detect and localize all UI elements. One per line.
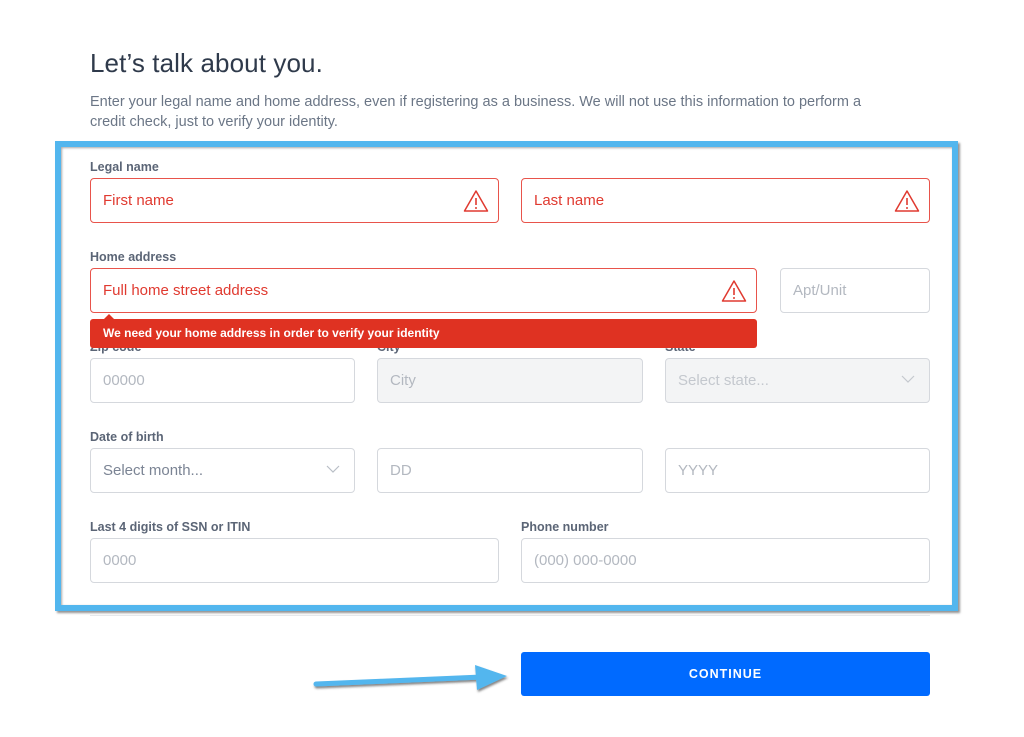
chevron-down-icon <box>326 465 340 473</box>
page-subtitle: Enter your legal name and home address, … <box>90 94 862 130</box>
city-placeholder: City <box>390 372 416 389</box>
street-address-input[interactable]: Full home street address <box>90 268 757 313</box>
divider <box>90 615 930 616</box>
chevron-down-icon <box>901 375 915 383</box>
last-name-placeholder: Last name <box>534 192 605 209</box>
home-address-label: Home address <box>90 250 177 264</box>
page-title: Let’s talk about you. <box>90 48 323 78</box>
birth-month-value: Select month... <box>103 462 204 479</box>
phone-input[interactable]: (000) 000-0000 <box>521 538 930 583</box>
date-of-birth-label: Date of birth <box>90 430 164 444</box>
ssn-placeholder: 0000 <box>103 552 137 569</box>
address-error-tooltip: We need your home address in order to ve… <box>90 314 757 348</box>
legal-name-label: Legal name <box>90 160 159 174</box>
birth-day-input[interactable]: DD <box>377 448 643 493</box>
city-input[interactable]: City <box>377 358 643 403</box>
state-select-value: Select state... <box>678 372 769 389</box>
state-select[interactable]: Select state... <box>665 358 930 403</box>
warning-icon <box>894 190 920 212</box>
annotation-arrow-icon <box>313 665 507 690</box>
birth-year-input[interactable]: YYYY <box>665 448 930 493</box>
warning-icon <box>721 280 747 302</box>
phone-placeholder: (000) 000-0000 <box>534 552 637 569</box>
ssn-label: Last 4 digits of SSN or ITIN <box>90 520 251 534</box>
ssn-input[interactable]: 0000 <box>90 538 499 583</box>
zip-code-placeholder: 00000 <box>103 372 145 389</box>
street-address-placeholder: Full home street address <box>103 282 269 299</box>
birth-day-placeholder: DD <box>390 462 412 479</box>
first-name-placeholder: First name <box>103 192 174 209</box>
phone-label: Phone number <box>521 520 609 534</box>
first-name-input[interactable]: First name <box>90 178 499 223</box>
birth-month-select[interactable]: Select month... <box>90 448 355 493</box>
last-name-input[interactable]: Last name <box>521 178 930 223</box>
birth-year-placeholder: YYYY <box>678 462 719 479</box>
apt-unit-input[interactable]: Apt/Unit <box>780 268 930 313</box>
apt-unit-placeholder: Apt/Unit <box>793 282 847 299</box>
continue-button[interactable]: CONTINUE <box>521 652 930 696</box>
zip-code-input[interactable]: 00000 <box>90 358 355 403</box>
warning-icon <box>463 190 489 212</box>
